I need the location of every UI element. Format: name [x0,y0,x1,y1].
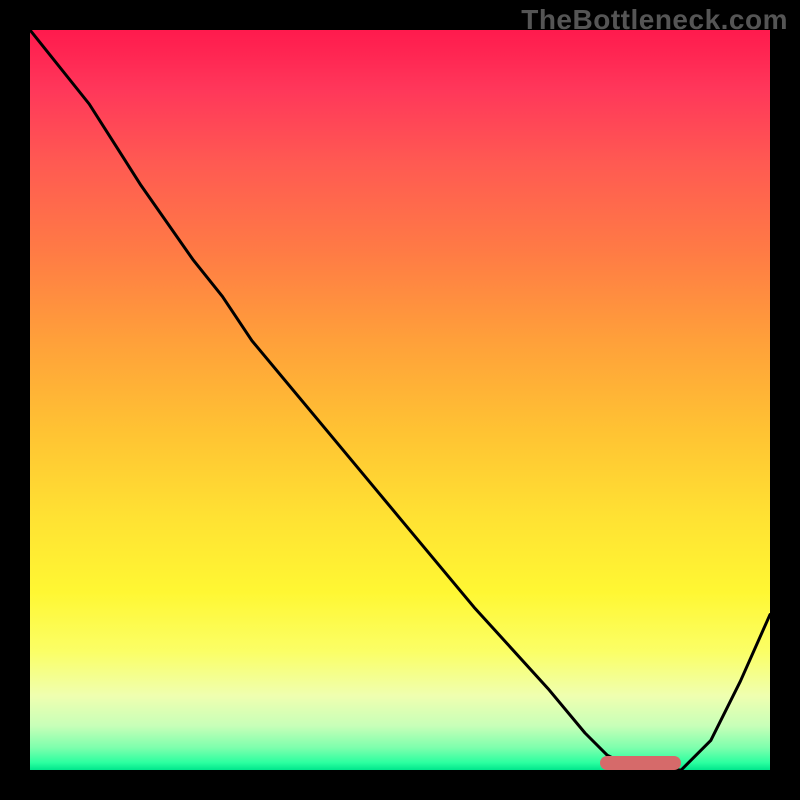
bottleneck-curve-path [30,30,770,770]
watermark-text: TheBottleneck.com [521,4,788,36]
optimal-range-marker [600,756,681,770]
plot-area [30,30,770,770]
chart-frame: TheBottleneck.com [0,0,800,800]
curve-svg [30,30,770,770]
